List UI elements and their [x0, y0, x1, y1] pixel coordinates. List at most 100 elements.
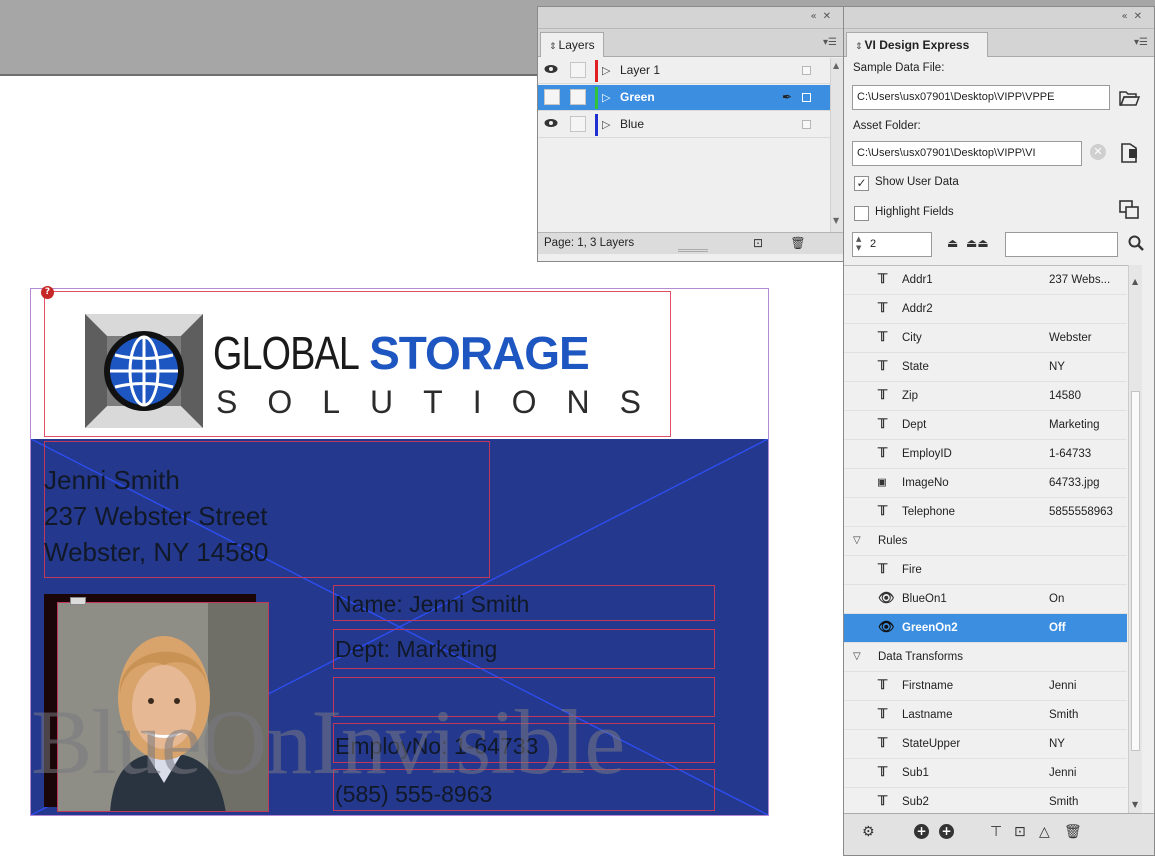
field-tree-scrollbar[interactable]: ▲ ▼ [1128, 265, 1142, 813]
scroll-up-icon[interactable]: ▲ [1132, 277, 1138, 286]
field-name: Addr1 [902, 274, 933, 286]
transform-value: Smith [1049, 796, 1079, 808]
field-row-zip[interactable]: 𝕋 Zip 14580 [844, 382, 1127, 411]
panel-menu-icon[interactable]: ▾☰ [1134, 37, 1148, 48]
tab-layers[interactable]: ⇕ Layers [540, 32, 604, 57]
scroll-up-icon[interactable]: ▲ [833, 61, 839, 70]
vi-panel-titlebar: «✕ [844, 7, 1154, 29]
person-icon[interactable]: ⏏ [947, 236, 958, 250]
globe-logo-icon [85, 314, 203, 428]
tab-vi-design-express[interactable]: ⇕ VI Design Express [846, 32, 988, 57]
field-value: NY [1049, 361, 1065, 373]
field-search-input[interactable] [1005, 232, 1118, 257]
scroll-down-icon[interactable]: ▼ [833, 216, 839, 225]
transform-value: Smith [1049, 709, 1079, 721]
add-circle-icon[interactable]: + [914, 824, 929, 839]
layer-name[interactable]: Blue [620, 117, 644, 131]
transform-row-stateupper[interactable]: 𝕋 StateUpper NY [844, 730, 1127, 759]
new-layer-icon[interactable]: ⊡ [750, 236, 766, 251]
group-expanded-caret-icon[interactable]: ▽ [853, 535, 861, 546]
show-user-data-checkbox[interactable]: ✓ [854, 176, 869, 191]
address-name-line: Jenni Smith [44, 465, 180, 495]
eye-icon[interactable] [544, 118, 558, 128]
collapse-close-icon[interactable]: «✕ [811, 11, 838, 22]
expand-triangle-icon[interactable]: ▷ [602, 91, 610, 104]
settings-gear-icon[interactable]: ⚙ [862, 824, 875, 840]
eye-icon[interactable] [544, 64, 558, 74]
expand-triangle-icon[interactable]: ▷ [602, 118, 610, 131]
asset-picker-icon[interactable] [1120, 142, 1140, 164]
layer-name[interactable]: Green [620, 90, 655, 104]
transform-row-sub2[interactable]: 𝕋 Sub2 Smith [844, 788, 1127, 813]
field-value: Webster [1049, 332, 1092, 344]
tab-vi-label: VI Design Express [864, 38, 970, 52]
name-line: Name: Jenni Smith [335, 591, 530, 617]
field-name: Dept [902, 419, 927, 431]
trash-icon[interactable]: 🗑 [1064, 824, 1082, 840]
eye-icon: 👁 [878, 620, 895, 635]
lock-toggle[interactable] [570, 89, 586, 105]
add-rule-circle-icon[interactable]: + [939, 824, 954, 839]
rule-row-blueon1[interactable]: 👁 BlueOn1 On [844, 585, 1127, 614]
trash-icon[interactable]: 🗑 [790, 236, 806, 251]
layer-selection-square[interactable] [802, 66, 811, 75]
search-icon[interactable] [1128, 235, 1144, 251]
field-row-addr1[interactable]: 𝕋 Addr1 237 Webs... [844, 266, 1127, 295]
layer-list: ▷ Layer 1 ▷ Green ✒ ▷ Blue [538, 58, 843, 232]
layer-row-blue[interactable]: ▷ Blue [538, 112, 830, 138]
rule-row-fire[interactable]: 𝕋 Fire [844, 556, 1127, 585]
transform-row-firstname[interactable]: 𝕋 Firstname Jenni [844, 672, 1127, 701]
field-value: 14580 [1049, 390, 1081, 402]
visibility-toggle-empty[interactable] [544, 89, 560, 105]
text-field-icon: 𝕋 [878, 388, 888, 403]
highlight-fields-checkbox[interactable] [854, 206, 869, 221]
layers-scrollbar[interactable]: ▲ ▼ [830, 58, 843, 232]
rules-group-header[interactable]: ▽ Rules [844, 527, 1127, 556]
layer-row-green[interactable]: ▷ Green ✒ [538, 85, 830, 111]
collapse-close-icon[interactable]: «✕ [1122, 11, 1149, 22]
field-row-dept[interactable]: 𝕋 Dept Marketing [844, 411, 1127, 440]
layer-selection-square[interactable] [802, 93, 811, 102]
record-number-stepper[interactable]: ▲ ▼ 2 [852, 232, 932, 257]
field-row-state[interactable]: 𝕋 State NY [844, 353, 1127, 382]
clear-icon[interactable]: ✕ [1090, 144, 1106, 160]
vi-tab-row: ⇕ VI Design Express ▾☰ [844, 29, 1154, 57]
overlap-frames-icon[interactable] [1118, 199, 1140, 221]
resize-grip[interactable] [678, 249, 708, 252]
transform-row-sub1[interactable]: 𝕋 Sub1 Jenni [844, 759, 1127, 788]
sample-data-field[interactable]: C:\Users\usx07901\Desktop\VIPP\VPPE [852, 85, 1110, 110]
layer-name[interactable]: Layer 1 [620, 63, 660, 77]
field-row-telephone[interactable]: 𝕋 Telephone 5855558963 [844, 498, 1127, 527]
lock-toggle[interactable] [570, 62, 586, 78]
scrollbar-thumb[interactable] [1131, 391, 1140, 751]
transform-name: Firstname [902, 680, 954, 692]
transforms-group-header[interactable]: ▽ Data Transforms [844, 643, 1127, 672]
layer-color-swatch [595, 60, 598, 82]
new-item-icon[interactable]: ⊡ [1014, 824, 1026, 840]
people-icon[interactable]: ⏏⏏ [966, 236, 989, 250]
layer-selection-square[interactable] [802, 120, 811, 129]
text-frame-icon[interactable]: ⊤ [990, 824, 1002, 840]
open-folder-icon[interactable] [1118, 87, 1140, 107]
image-frame-tag [70, 597, 86, 605]
rule-row-greenon2[interactable]: 👁 GreenOn2 Off [844, 614, 1127, 643]
asset-folder-field[interactable]: C:\Users\usx07901\Desktop\VIPP\VI [852, 141, 1082, 166]
panel-menu-icon[interactable]: ▾☰ [823, 37, 837, 48]
expand-triangle-icon[interactable]: ▷ [602, 64, 610, 77]
fill-icon[interactable]: △ [1039, 824, 1050, 840]
field-row-employid[interactable]: 𝕋 EmployID 1-64733 [844, 440, 1127, 469]
scroll-down-icon[interactable]: ▼ [1132, 800, 1138, 809]
eye-icon: 👁 [878, 591, 895, 606]
lock-toggle[interactable] [570, 116, 586, 132]
transform-icon: 𝕋 [878, 765, 888, 780]
field-name: Addr2 [902, 303, 933, 315]
field-row-city[interactable]: 𝕋 City Webster [844, 324, 1127, 353]
layer-color-swatch [595, 114, 598, 136]
group-expanded-caret-icon[interactable]: ▽ [853, 651, 861, 662]
field-row-imageno[interactable]: ▣ ImageNo 64733.jpg [844, 469, 1127, 498]
field-row-addr2[interactable]: 𝕋 Addr2 [844, 295, 1127, 324]
layer-row-layer-1[interactable]: ▷ Layer 1 [538, 58, 830, 84]
text-field-icon: 𝕋 [878, 330, 888, 345]
stepper-arrows-icon[interactable]: ▲ ▼ [856, 235, 861, 253]
transform-row-lastname[interactable]: 𝕋 Lastname Smith [844, 701, 1127, 730]
